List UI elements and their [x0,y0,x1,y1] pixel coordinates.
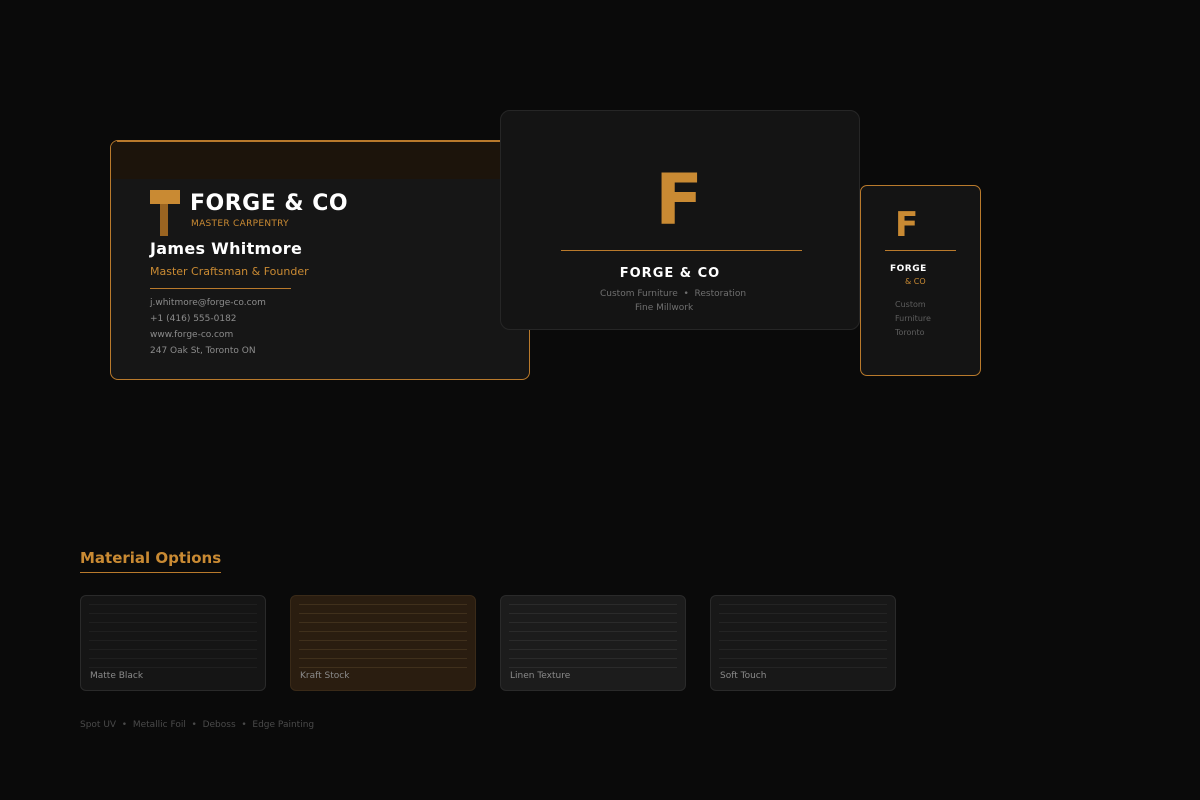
vertical-card-line: Toronto [895,328,925,337]
divider [561,250,802,251]
divider [885,250,956,251]
swatch-texture [89,604,257,668]
material-swatch-matte-black[interactable]: Matte Black [80,595,266,691]
swatch-label: Soft Touch [720,671,767,681]
business-card-back: F FORGE & CO Custom Furniture • Restorat… [500,110,860,330]
swatch-texture [719,604,887,668]
vertical-card-line: Furniture [895,314,931,323]
t-hammer-icon-handle [160,204,168,236]
services-line: Custom Furniture • Restoration [600,289,747,299]
section-heading: Material Options [80,549,222,567]
business-card-vertical: F FORGE & CO Custom Furniture Toronto [860,185,981,376]
brand-title: FORGE & CO [190,191,349,216]
swatch-label: Kraft Stock [300,671,350,681]
swatch-label: Matte Black [90,671,144,681]
material-swatch-soft-touch[interactable]: Soft Touch [710,595,896,691]
swatch-texture [299,604,467,668]
contact-website: www.forge-co.com [150,330,234,340]
brand-title: FORGE [890,264,927,274]
vertical-card-line: Custom [895,300,926,309]
divider [150,288,291,289]
swatch-texture [509,604,677,668]
monogram: F [655,159,703,241]
material-swatch-kraft-stock[interactable]: Kraft Stock [290,595,476,691]
card-header-rule [117,141,529,142]
brand-subtitle: & CO [905,277,926,286]
heading-underline [80,572,221,573]
business-card-front: FORGE & CO MASTER CARPENTRY James Whitmo… [110,140,530,380]
finish-options: Spot UV • Metallic Foil • Deboss • Edge … [80,720,315,730]
t-hammer-icon [150,190,180,204]
contact-phone: +1 (416) 555-0182 [150,314,237,324]
swatch-label: Linen Texture [510,671,571,681]
brand-title: FORGE & CO [619,266,721,281]
contact-email: j.whitmore@forge-co.com [150,298,266,308]
person-role: Master Craftsman & Founder [150,265,309,278]
contact-address: 247 Oak St, Toronto ON [150,346,256,356]
person-name: James Whitmore [150,239,303,258]
monogram: F [895,205,919,245]
brand-tagline: MASTER CARPENTRY [191,219,289,229]
services-line: Fine Millwork [635,303,694,313]
card-header-band [111,141,529,179]
material-swatch-linen-texture[interactable]: Linen Texture [500,595,686,691]
